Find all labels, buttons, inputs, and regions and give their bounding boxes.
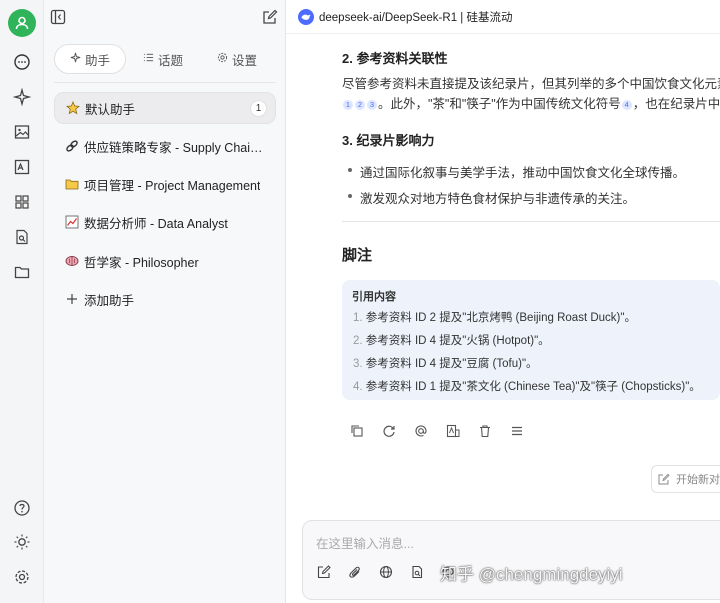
assistant-label: 默认助手 xyxy=(85,102,136,117)
bullet-item: 激发观众对地方特色食材保护与非遗传承的关注。 xyxy=(348,188,635,207)
citation-text: 参考资料 ID 4 提及"火锅 (Hotpot)"。 xyxy=(365,335,550,347)
paragraph-text: 。此外，"茶"和"筷子"作为中国传统文化符号 xyxy=(378,97,621,111)
plus-icon xyxy=(64,291,80,307)
more-menu-icon[interactable] xyxy=(508,422,525,439)
citation-number: 2. xyxy=(353,335,363,347)
citation-box: 引用内容 1. 参考资料 ID 2 提及"北京烤鸭 (Beijing Roast… xyxy=(342,280,720,400)
assistant-label: 项目管理 - Project Management xyxy=(84,178,261,193)
sparkle-icon xyxy=(70,52,81,66)
assistant-item-data-analyst[interactable]: 数据分析师 - Data Analyst xyxy=(54,206,276,238)
mention-icon[interactable] xyxy=(412,422,429,439)
citation-text: 参考资料 ID 4 提及"豆腐 (Tofu)"。 xyxy=(365,358,538,370)
assistant-panel: 助手 话题 设置 默认助手 1 供应链策略专家 - Supply Chain… xyxy=(44,0,286,603)
message-content: 2. 参考资料关联性 尽管参考资料未直接提及该纪录片，但其列举的多个中国饮食文化… xyxy=(342,34,720,504)
paragraph-line: 123。此外，"茶"和"筷子"作为中国传统文化符号4，也在纪录片中频 xyxy=(342,94,720,114)
image-icon[interactable] xyxy=(10,120,34,144)
settings-gear-icon[interactable] xyxy=(10,565,34,589)
delete-icon[interactable] xyxy=(476,422,493,439)
icon-rail xyxy=(0,0,44,603)
panel-topbar xyxy=(44,0,286,34)
sparkle-icon[interactable] xyxy=(10,85,34,109)
tabs-divider xyxy=(54,82,276,83)
citation-marker[interactable]: 1 xyxy=(343,99,353,110)
citation-number: 3. xyxy=(353,358,363,370)
star-icon xyxy=(65,100,81,116)
apps-icon[interactable] xyxy=(10,190,34,214)
translate-icon[interactable] xyxy=(10,155,34,179)
sidebar-toggle-icon[interactable] xyxy=(50,9,66,25)
folder-emoji-icon xyxy=(64,176,80,192)
chain-link-icon xyxy=(64,138,80,154)
watermark: 知乎 @chengmingdeyiyi xyxy=(440,565,623,584)
assistant-label: 数据分析师 - Data Analyst xyxy=(84,216,228,231)
assistant-label: 供应链策略专家 - Supply Chain… xyxy=(84,140,264,155)
tab-topics[interactable]: 话题 xyxy=(126,44,200,74)
tab-settings[interactable]: 设置 xyxy=(200,44,274,74)
input-toolbar xyxy=(315,563,456,580)
citation-marker[interactable]: 2 xyxy=(355,99,365,110)
paragraph-line: 尽管参考资料未直接提及该纪录片，但其列举的多个中国饮食文化元素 xyxy=(342,77,720,91)
citation-number: 1. xyxy=(353,312,363,324)
sidebar-tabs: 助手 话题 设置 xyxy=(54,44,278,74)
citation-item: 4. 参考资料 ID 1 提及"茶文化 (Chinese Tea)"及"筷子 (… xyxy=(353,378,701,394)
user-avatar[interactable] xyxy=(8,9,36,37)
citation-number: 4. xyxy=(353,381,363,393)
citation-item: 1. 参考资料 ID 2 提及"北京烤鸭 (Beijing Roast Duck… xyxy=(353,309,636,325)
new-topic-label: 开始新对 xyxy=(676,474,720,486)
brain-emoji-icon xyxy=(64,253,80,269)
theme-icon[interactable] xyxy=(10,530,34,554)
add-assistant-label: 添加助手 xyxy=(84,293,135,308)
citation-text: 参考资料 ID 2 提及"北京烤鸭 (Beijing Roast Duck)"。 xyxy=(365,312,636,324)
chat-topbar: deepseek-ai/DeepSeek-R1 | 硅基流动 xyxy=(286,0,720,34)
topic-count-badge: 1 xyxy=(250,100,267,117)
message-input-placeholder: 在这里输入消息... xyxy=(316,537,414,551)
tab-settings-label: 设置 xyxy=(231,53,257,68)
edit-icon xyxy=(658,473,670,485)
copy-icon[interactable] xyxy=(348,422,365,439)
document-search-icon[interactable] xyxy=(10,225,34,249)
tab-assistants[interactable]: 助手 xyxy=(54,44,126,74)
chart-emoji-icon xyxy=(64,214,80,230)
citation-item: 3. 参考资料 ID 4 提及"豆腐 (Tofu)"。 xyxy=(353,355,538,371)
assistant-item-project-management[interactable]: 项目管理 - Project Management xyxy=(54,168,276,200)
assistant-item-default[interactable]: 默认助手 1 xyxy=(54,92,276,124)
citation-item: 2. 参考资料 ID 4 提及"火锅 (Hotpot)"。 xyxy=(353,332,550,348)
web-search-globe-icon[interactable] xyxy=(377,563,394,580)
assistant-item-supply-chain[interactable]: 供应链策略专家 - Supply Chain… xyxy=(54,130,276,162)
tab-assistants-label: 助手 xyxy=(84,53,110,68)
assistant-item-philosopher[interactable]: 哲学家 - Philosopher xyxy=(54,245,276,277)
help-icon[interactable] xyxy=(10,496,34,520)
attachment-icon[interactable] xyxy=(346,563,363,580)
citation-marker[interactable]: 4 xyxy=(621,99,632,110)
tab-topics-label: 话题 xyxy=(157,53,183,68)
citation-text: 参考资料 ID 1 提及"茶文化 (Chinese Tea)"及"筷子 (Cho… xyxy=(365,381,701,393)
add-assistant-button[interactable]: 添加助手 xyxy=(54,283,276,315)
message-actions xyxy=(348,422,525,439)
bullet-text: 激发观众对地方特色食材保护与非遗传承的关注。 xyxy=(360,192,636,206)
paragraph-text: ，也在纪录片中频 xyxy=(632,97,720,111)
list-icon xyxy=(143,52,154,66)
assistant-label: 哲学家 - Philosopher xyxy=(84,255,199,270)
model-selector[interactable]: deepseek-ai/DeepSeek-R1 | 硅基流动 xyxy=(319,9,512,25)
new-topic-button[interactable]: 开始新对 xyxy=(651,465,720,493)
folder-icon[interactable] xyxy=(10,260,34,284)
chat-main: deepseek-ai/DeepSeek-R1 | 硅基流动 2. 参考资料关联… xyxy=(286,0,720,603)
knowledge-base-icon[interactable] xyxy=(408,563,425,580)
divider xyxy=(342,221,720,222)
bullet-item: 通过国际化叙事与美学手法，推动中国饮食文化全球传播。 xyxy=(348,162,685,181)
citation-marker[interactable]: 3 xyxy=(367,99,377,110)
new-chat-edit-icon[interactable] xyxy=(262,9,278,25)
section-heading: 2. 参考资料关联性 xyxy=(342,51,448,66)
section-heading: 3. 纪录片影响力 xyxy=(342,133,435,148)
gear-icon xyxy=(217,52,228,66)
translate-message-icon[interactable] xyxy=(444,422,461,439)
deepseek-whale-icon xyxy=(298,8,314,25)
footnote-heading: 脚注 xyxy=(342,247,373,264)
chat-icon[interactable] xyxy=(10,50,34,74)
regenerate-icon[interactable] xyxy=(380,422,397,439)
new-topic-icon[interactable] xyxy=(315,563,332,580)
bullet-text: 通过国际化叙事与美学手法，推动中国饮食文化全球传播。 xyxy=(360,166,686,180)
citation-box-title: 引用内容 xyxy=(352,291,396,303)
